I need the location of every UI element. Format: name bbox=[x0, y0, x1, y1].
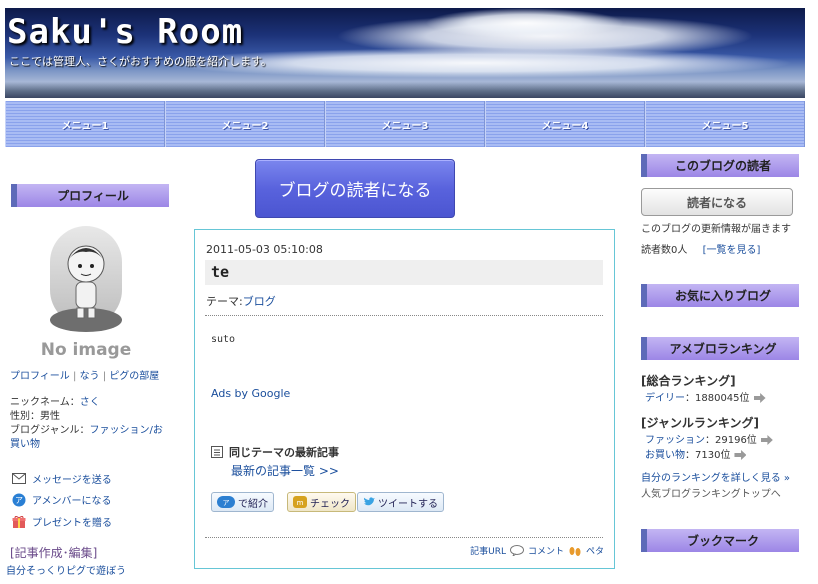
now-link[interactable]: なう bbox=[80, 371, 100, 382]
mixi-check-button[interactable]: m チェック bbox=[287, 492, 356, 512]
ameba-share-icon: ア bbox=[217, 496, 235, 508]
bookmark-heading: ブックマーク bbox=[641, 529, 799, 552]
shopping-rank-link[interactable]: お買い物 bbox=[645, 450, 685, 461]
nickname-row: ニックネーム：さく bbox=[10, 396, 170, 410]
amember-icon: ア bbox=[12, 493, 26, 506]
menu-item-3[interactable]: メニュー3 bbox=[325, 101, 485, 147]
readers-heading: このブログの読者 bbox=[641, 154, 799, 177]
envelope-icon bbox=[12, 473, 26, 484]
arrow-right-icon bbox=[734, 450, 747, 460]
edit-entry-link[interactable]: [記事作成･編集] bbox=[10, 544, 97, 561]
daily-rank-row: デイリー：1880045位 bbox=[645, 389, 766, 404]
entry-body: suto bbox=[211, 334, 236, 345]
menu-item-5[interactable]: メニュー5 bbox=[645, 101, 805, 147]
latest-entries-link[interactable]: 最新の記事一覧 >> bbox=[231, 462, 339, 479]
list-icon bbox=[211, 446, 223, 458]
divider bbox=[205, 315, 603, 316]
entry-date: 2011-05-03 05:10:08 bbox=[206, 243, 323, 256]
mixi-check-icon: m bbox=[293, 496, 307, 508]
amember-row[interactable]: ア アメンバーになる bbox=[12, 492, 112, 507]
same-theme-heading: 同じテーマの最新記事 bbox=[211, 444, 339, 460]
profile-link[interactable]: プロフィール bbox=[10, 371, 70, 382]
menu-item-2[interactable]: メニュー2 bbox=[165, 101, 325, 147]
footprint-icon bbox=[569, 546, 581, 556]
global-menu: メニュー1 メニュー2 メニュー3 メニュー4 メニュー5 bbox=[5, 101, 805, 147]
blog-entry: 2011-05-03 05:10:08 te テーマ:ブログ suto Ads … bbox=[194, 229, 615, 569]
fashion-rank-value: ：29196位 bbox=[705, 435, 757, 446]
svg-text:ア: ア bbox=[223, 499, 230, 507]
send-message-link[interactable]: メッセージを送る bbox=[32, 471, 112, 486]
amember-link[interactable]: アメンバーになる bbox=[32, 492, 112, 507]
ranking-detail-link[interactable]: 自分のランキングを詳しく見る » bbox=[641, 469, 790, 484]
reader-note: このブログの更新情報が届きます bbox=[641, 224, 791, 235]
reader-count: 読者数0人 bbox=[641, 245, 688, 256]
daily-rank-value: ：1880045位 bbox=[685, 393, 750, 404]
cloud-decoration bbox=[425, 8, 625, 38]
comment-icon bbox=[509, 545, 524, 556]
shopping-rank-value: ：7130位 bbox=[685, 450, 731, 461]
arrow-right-icon bbox=[753, 393, 766, 403]
entry-theme: テーマ:ブログ bbox=[206, 293, 276, 309]
entry-footer-links: 記事URL コメント ペタ bbox=[470, 544, 604, 557]
arrow-right-icon bbox=[760, 435, 773, 445]
site-title[interactable]: Saku's Room bbox=[7, 12, 243, 52]
become-reader-button[interactable]: 読者になる bbox=[641, 188, 793, 216]
check-label: チェック bbox=[310, 498, 350, 510]
ameba-share-button[interactable]: ア で紹介 bbox=[211, 492, 274, 512]
fashion-rank-link[interactable]: ファッション bbox=[645, 435, 705, 446]
ameba-ranking-heading: アメブロランキング bbox=[641, 337, 799, 360]
reader-list-link[interactable]: [一覧を見る] bbox=[703, 245, 761, 256]
profile-heading: プロフィール bbox=[11, 184, 169, 207]
gender-row: 性別：男性 bbox=[10, 411, 60, 422]
nickname-link[interactable]: さく bbox=[80, 397, 100, 408]
svg-text:m: m bbox=[297, 499, 304, 507]
tweet-button[interactable]: ツイートする bbox=[357, 492, 444, 512]
genre-label: ブログジャンル： bbox=[10, 425, 90, 436]
peta-link[interactable]: ペタ bbox=[586, 544, 604, 557]
profile-no-image[interactable]: No image bbox=[36, 224, 136, 364]
same-theme-label: 同じテーマの最新記事 bbox=[229, 446, 339, 459]
entry-url-link[interactable]: 記事URL bbox=[470, 544, 506, 557]
overall-ranking-heading: [総合ランキング] bbox=[641, 374, 736, 388]
genre-ranking-heading: [ジャンルランキング] bbox=[641, 416, 760, 430]
present-row[interactable]: プレゼントを贈る bbox=[12, 514, 112, 529]
profile-details: ニックネーム：さく 性別：男性 ブログジャンル：ファッション/お買い物 bbox=[10, 396, 170, 452]
send-message-row[interactable]: メッセージを送る bbox=[12, 471, 112, 486]
pig-room-link[interactable]: ピグの部屋 bbox=[109, 371, 159, 382]
shopping-rank-row: お買い物：7130位 bbox=[645, 446, 747, 461]
divider bbox=[205, 537, 603, 538]
nickname-label: ニックネーム： bbox=[10, 397, 80, 408]
reader-count-row: 読者数0人 [一覧を見る] bbox=[641, 241, 760, 256]
ads-by-google[interactable]: Ads by Google bbox=[211, 387, 290, 400]
site-header: Saku's Room ここでは管理人、さくがおすすめの服を紹介します。 bbox=[5, 8, 805, 98]
gift-icon bbox=[12, 515, 26, 528]
comment-link[interactable]: コメント bbox=[528, 544, 564, 557]
profile-links: プロフィール | なう | ピグの部屋 bbox=[10, 370, 159, 384]
daily-rank-link[interactable]: デイリー bbox=[645, 393, 685, 404]
theme-link[interactable]: ブログ bbox=[243, 295, 276, 308]
become-reader-banner[interactable]: ブログの読者になる bbox=[255, 159, 455, 218]
twitter-bird-icon bbox=[364, 497, 375, 506]
pig-play-link[interactable]: 自分そっくりピグで遊ぼう bbox=[6, 562, 126, 577]
entry-title[interactable]: te bbox=[205, 260, 603, 285]
menu-item-1[interactable]: メニュー1 bbox=[5, 101, 165, 147]
theme-label: テーマ: bbox=[206, 295, 243, 308]
menu-item-4[interactable]: メニュー4 bbox=[485, 101, 645, 147]
share-label: で紹介 bbox=[238, 498, 268, 510]
favorite-blogs-heading: お気に入りブログ bbox=[641, 284, 799, 307]
no-image-label: No image bbox=[40, 340, 132, 360]
genre-row: ブログジャンル：ファッション/お買い物 bbox=[10, 424, 170, 452]
ranking-top-link[interactable]: 人気ブログランキングトップへ bbox=[641, 485, 781, 500]
site-description: ここでは管理人、さくがおすすめの服を紹介します。 bbox=[9, 55, 272, 68]
present-link[interactable]: プレゼントを贈る bbox=[32, 514, 112, 529]
svg-text:ア: ア bbox=[15, 496, 23, 505]
tweet-label: ツイートする bbox=[378, 498, 438, 510]
fashion-rank-row: ファッション：29196位 bbox=[645, 431, 773, 446]
